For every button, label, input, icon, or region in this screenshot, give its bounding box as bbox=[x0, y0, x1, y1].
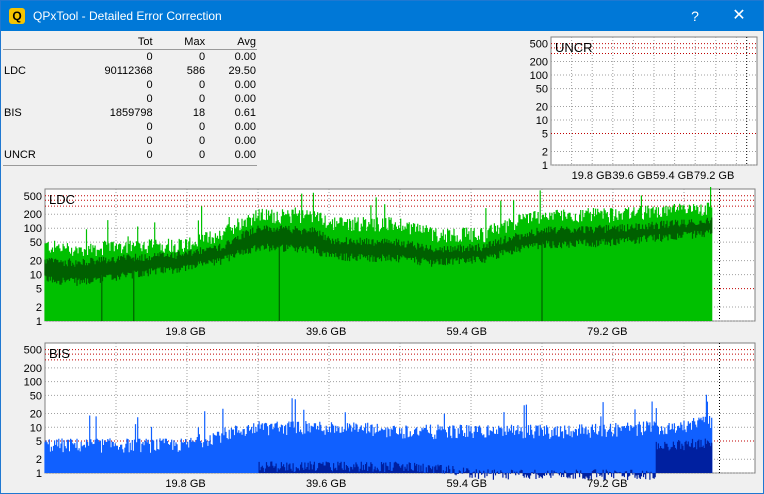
y-tick-label: 100 bbox=[24, 223, 42, 235]
y-tick-label: 500 bbox=[24, 191, 42, 203]
help-button[interactable]: ? bbox=[673, 1, 717, 31]
x-tick-label: 19.8 GB bbox=[165, 326, 205, 338]
ldc-chart: 500 200 100 50 20 10 5 2 1 19.8 GB 39.6 GB 59.4 GB 7… bbox=[24, 187, 756, 338]
stats-cell-label bbox=[3, 92, 64, 106]
stats-cell-label: BIS bbox=[4, 107, 22, 119]
stats-cell-tot: 0 bbox=[146, 149, 153, 161]
y-tick-label: 5 bbox=[36, 436, 42, 448]
chart-title: BIS bbox=[49, 346, 70, 361]
stats-cell-max: 0 bbox=[198, 135, 206, 147]
qpxtool-window: Q QPxTool - Detailed Error Correction ? … bbox=[0, 0, 764, 494]
stats-divider bbox=[3, 165, 257, 166]
y-tick-label: 50 bbox=[30, 237, 42, 249]
x-tick-label: 79.2 GB bbox=[694, 170, 734, 182]
stats-cell-avg: 0.00 bbox=[234, 121, 256, 133]
y-tick-label: 200 bbox=[24, 209, 42, 221]
stats-cell-avg: 0.00 bbox=[234, 79, 256, 91]
chart-title: UNCR bbox=[555, 40, 593, 55]
x-tick-label: 19.8 GB bbox=[165, 478, 205, 490]
y-tick-label: 10 bbox=[30, 422, 42, 434]
x-tick-label: 59.4 GB bbox=[447, 478, 487, 490]
y-tick-label: 200 bbox=[24, 363, 42, 375]
y-tick-label: 500 bbox=[530, 39, 548, 51]
stats-header-row: Tot Max Avg bbox=[3, 35, 257, 50]
stats-header-avg: Avg bbox=[237, 36, 256, 48]
stats-header-tot: Tot bbox=[137, 36, 153, 48]
stats-cell-tot: 0 bbox=[146, 121, 153, 133]
stats-cell-max: 0 bbox=[198, 149, 206, 161]
qpxtool-app-icon: Q bbox=[9, 8, 25, 24]
stats-cell-max: 0 bbox=[198, 121, 206, 133]
y-tick-label: 5 bbox=[36, 284, 42, 296]
x-tick-label: 19.8 GB bbox=[572, 170, 612, 182]
stats-cell-label bbox=[3, 78, 64, 92]
y-tick-label: 50 bbox=[30, 390, 42, 402]
stats-row: BIS 1859798 18 0.61 bbox=[3, 106, 257, 120]
stats-row: 0 0 0.00 bbox=[3, 120, 257, 134]
stats-cell-label bbox=[3, 120, 64, 134]
uncr-chart: 500 200 100 50 20 10 5 2 1 19.8 GB 39.6 GB 59.4 GB 7… bbox=[530, 36, 758, 182]
stats-row: 0 0 0.00 bbox=[3, 50, 257, 65]
chart-title: LDC bbox=[49, 192, 75, 207]
y-tick-label: 10 bbox=[30, 270, 42, 282]
stats-row: 0 0 0.00 bbox=[3, 134, 257, 148]
x-tick-label: 79.2 GB bbox=[587, 326, 627, 338]
close-button[interactable]: ✕ bbox=[717, 1, 761, 31]
y-tick-label: 1 bbox=[36, 468, 42, 480]
stats-row: UNCR 0 0 0.00 bbox=[3, 148, 257, 162]
y-tick-label: 20 bbox=[536, 101, 548, 113]
stats-cell-avg: 29.50 bbox=[228, 65, 256, 77]
y-tick-label: 20 bbox=[30, 409, 42, 421]
bis-chart: 500 200 10050 2010 5 2 1 19.8 GB 39.6 GB 59.4 GB 7… bbox=[24, 342, 756, 490]
window-title: QPxTool - Detailed Error Correction bbox=[33, 9, 222, 23]
y-tick-label: 1 bbox=[36, 316, 42, 328]
y-tick-label: 1 bbox=[542, 160, 548, 172]
stats-cell-max: 0 bbox=[198, 79, 206, 91]
stats-cell-max: 18 bbox=[192, 107, 206, 119]
stats-body: 0 0 0.00 LDC 90112368 586 29.50 0 0 0.00 0 0 0.00 BIS… bbox=[3, 50, 257, 163]
stats-cell-label: UNCR bbox=[4, 149, 36, 161]
x-tick-label: 59.4 GB bbox=[653, 170, 693, 182]
y-tick-label: 200 bbox=[530, 56, 548, 68]
y-tick-label: 10 bbox=[536, 115, 548, 127]
x-tick-label: 59.4 GB bbox=[447, 326, 487, 338]
x-tick-label: 79.2 GB bbox=[587, 478, 627, 490]
stats-cell-tot: 0 bbox=[146, 79, 153, 91]
stats-header-label bbox=[3, 35, 64, 50]
stats-cell-tot: 90112368 bbox=[104, 65, 153, 77]
stats-cell-max: 586 bbox=[186, 65, 206, 77]
stats-cell-max: 0 bbox=[198, 93, 206, 105]
stats-cell-label: LDC bbox=[4, 65, 27, 77]
stats-cell-tot: 0 bbox=[146, 135, 153, 147]
x-tick-label: 39.6 GB bbox=[306, 326, 346, 338]
y-tick-label: 100 bbox=[530, 70, 548, 82]
y-tick-label: 50 bbox=[536, 84, 548, 96]
y-tick-label: 5 bbox=[542, 129, 548, 141]
y-tick-label: 2 bbox=[542, 146, 548, 158]
stats-row: LDC 90112368 586 29.50 bbox=[3, 64, 257, 78]
stats-cell-label bbox=[3, 134, 64, 148]
y-tick-label: 20 bbox=[30, 256, 42, 268]
stats-cell-avg: 0.00 bbox=[234, 93, 256, 105]
stats-cell-max: 0 bbox=[198, 51, 206, 63]
stats-cell-label bbox=[3, 50, 64, 65]
stats-cell-tot: 0 bbox=[146, 51, 153, 63]
title-bar[interactable]: Q QPxTool - Detailed Error Correction ? … bbox=[1, 1, 763, 31]
y-tick-label: 500 bbox=[24, 345, 42, 357]
stats-cell-tot: 1859798 bbox=[109, 107, 153, 119]
y-tick-label: 2 bbox=[36, 302, 42, 314]
stats-cell-avg: 0.00 bbox=[234, 135, 256, 147]
stats-header-max: Max bbox=[184, 36, 206, 48]
x-tick-label: 39.6 GB bbox=[612, 170, 652, 182]
stats-row: 0 0 0.00 bbox=[3, 92, 257, 106]
stats-row: 0 0 0.00 bbox=[3, 78, 257, 92]
stats-cell-tot: 0 bbox=[146, 93, 153, 105]
stats-cell-avg: 0.00 bbox=[234, 149, 256, 161]
stats-table: Tot Max Avg 0 0 0.00 LDC 90112368 586 29.50 0 0 0… bbox=[3, 35, 257, 162]
y-tick-label: 2 bbox=[36, 454, 42, 466]
x-tick-label: 39.6 GB bbox=[306, 478, 346, 490]
stats-cell-avg: 0.00 bbox=[234, 51, 256, 63]
stats-cell-avg: 0.61 bbox=[234, 107, 256, 119]
y-tick-label: 100 bbox=[24, 377, 42, 389]
